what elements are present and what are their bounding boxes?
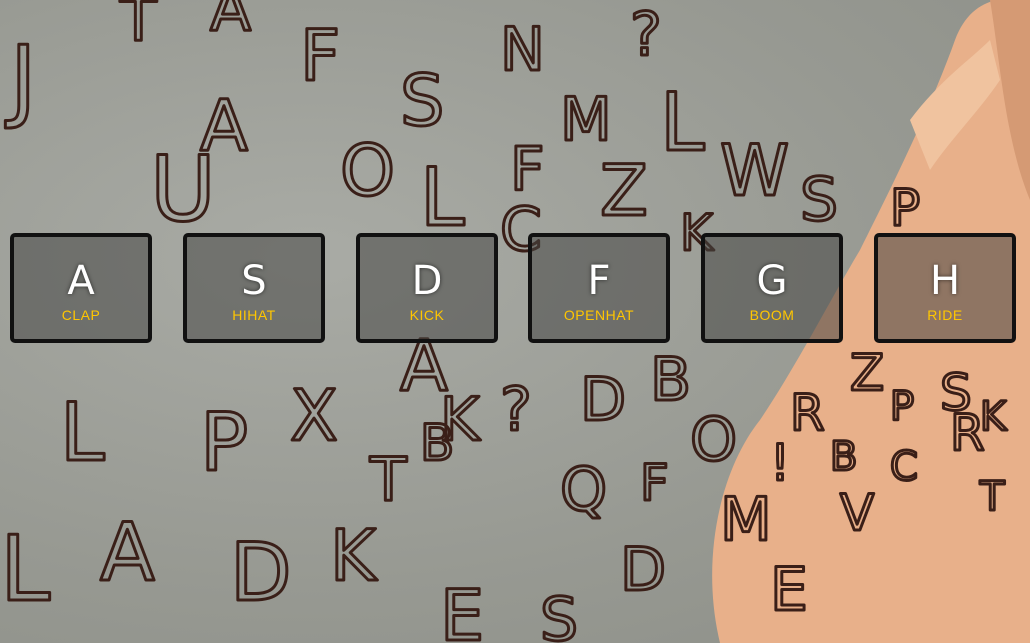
svg-text:Q: Q: [560, 455, 607, 525]
svg-text:?: ?: [630, 0, 662, 70]
sound-label: clap: [61, 307, 101, 323]
svg-text:D: D: [230, 526, 292, 619]
sound-label: openhat: [563, 307, 635, 323]
sound-label: boom: [749, 307, 795, 323]
drum-key-hihat[interactable]: S hihat: [183, 233, 325, 343]
key-letter: S: [241, 258, 267, 304]
svg-text:V: V: [840, 484, 874, 542]
sound-label: kick: [409, 307, 445, 323]
svg-text:A: A: [200, 85, 248, 167]
svg-text:X: X: [290, 375, 338, 457]
svg-text:L: L: [60, 386, 105, 479]
drum-keys-row: A clap S hihat D kick F openhat G boom H…: [0, 233, 1030, 348]
svg-text:B: B: [650, 345, 691, 415]
svg-text:N: N: [500, 15, 545, 85]
svg-text:E: E: [770, 555, 808, 625]
drum-key-ride[interactable]: H ride: [874, 233, 1016, 343]
svg-text:R: R: [950, 404, 985, 462]
svg-text:Z: Z: [850, 344, 884, 402]
key-letter: D: [411, 258, 443, 304]
svg-text:P: P: [890, 179, 920, 237]
drum-key-openhat[interactable]: F openhat: [528, 233, 670, 343]
svg-text:B: B: [830, 434, 857, 480]
svg-text:W: W: [720, 130, 789, 212]
sound-label: hihat: [232, 307, 276, 323]
svg-text:!: !: [770, 434, 790, 492]
svg-text:T: T: [979, 474, 1005, 520]
svg-text:F: F: [640, 454, 669, 512]
svg-text:A: A: [210, 0, 251, 45]
svg-text:C: C: [890, 444, 918, 490]
key-letter: H: [929, 258, 961, 304]
svg-text:?: ?: [500, 375, 532, 445]
svg-text:E: E: [440, 575, 484, 643]
svg-text:M: M: [720, 485, 772, 555]
drum-key-boom[interactable]: G boom: [701, 233, 843, 343]
svg-text:A: A: [100, 506, 155, 599]
sound-label: ride: [927, 307, 963, 323]
svg-text:K: K: [330, 515, 378, 597]
svg-text:O: O: [690, 405, 737, 475]
svg-text:S: S: [540, 585, 578, 643]
svg-text:P: P: [200, 396, 248, 489]
key-letter: F: [587, 258, 611, 304]
drum-key-kick[interactable]: D kick: [356, 233, 498, 343]
key-letter: G: [756, 258, 788, 304]
svg-text:D: D: [580, 365, 626, 435]
svg-text:T: T: [369, 445, 407, 515]
svg-text:L: L: [420, 151, 465, 244]
key-letter: A: [67, 258, 95, 304]
svg-text:S: S: [400, 60, 444, 142]
svg-text:B: B: [420, 414, 454, 472]
svg-text:S: S: [800, 165, 838, 235]
svg-text:O: O: [340, 130, 395, 212]
svg-text:P: P: [890, 384, 914, 430]
svg-text:Z: Z: [600, 150, 648, 232]
svg-text:L: L: [660, 76, 705, 169]
svg-text:M: M: [560, 85, 612, 155]
svg-text:L: L: [0, 517, 50, 622]
svg-text:T: T: [119, 0, 157, 55]
svg-text:R: R: [790, 384, 825, 442]
drum-key-clap[interactable]: A clap: [10, 233, 152, 343]
svg-text:F: F: [300, 15, 340, 97]
svg-text:J: J: [5, 27, 37, 132]
svg-text:D: D: [620, 535, 666, 605]
